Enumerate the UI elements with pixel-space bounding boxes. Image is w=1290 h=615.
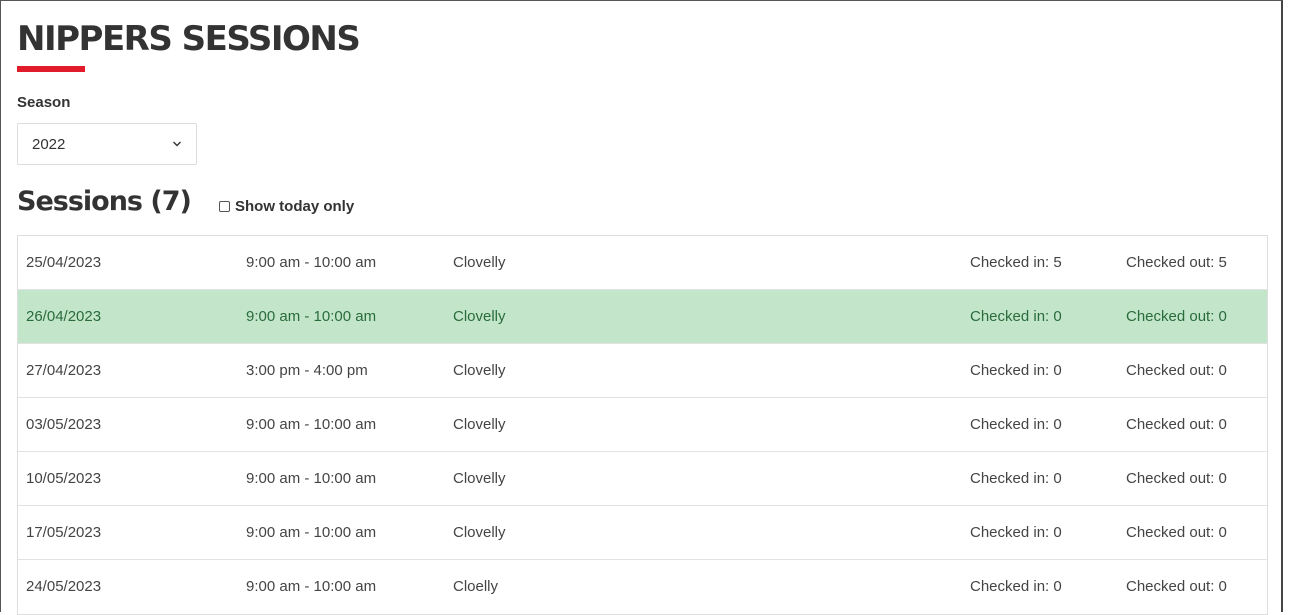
session-checked-out: Checked out: 0 xyxy=(1126,362,1227,379)
session-checked-in: Checked in: 0 xyxy=(970,362,1062,379)
session-row[interactable]: 24/05/2023 9:00 am - 10:00 am Cloelly Check… xyxy=(18,560,1267,614)
season-select-value: 2022 xyxy=(32,135,66,153)
session-date: 27/04/2023 xyxy=(26,362,102,379)
session-row[interactable]: 27/04/2023 3:00 pm - 4:00 pm Clovelly Check… xyxy=(18,344,1267,398)
session-location: Clovelly xyxy=(453,416,506,433)
session-checked-out: Checked out: 0 xyxy=(1126,524,1227,541)
session-location: Clovelly xyxy=(453,524,506,541)
session-time: 9:00 am - 10:00 am xyxy=(246,254,377,271)
chevron-down-icon xyxy=(173,141,181,147)
session-date: 25/04/2023 xyxy=(26,254,102,271)
session-date: 03/05/2023 xyxy=(26,416,102,433)
session-time: 9:00 am - 10:00 am xyxy=(246,308,377,325)
session-location: Clovelly xyxy=(453,308,506,325)
session-time: 3:00 pm - 4:00 pm xyxy=(246,362,368,379)
sessions-table: 25/04/2023 9:00 am - 10:00 am Clovelly Chec… xyxy=(17,235,1268,615)
page-title: NIPPERS SESSIONS xyxy=(17,19,361,59)
session-checked-out: Checked out: 0 xyxy=(1126,470,1227,487)
session-time: 9:00 am - 10:00 am xyxy=(246,578,377,595)
title-underline xyxy=(17,66,85,72)
show-today-checkbox[interactable] xyxy=(219,201,230,212)
session-row[interactable]: 10/05/2023 9:00 am - 10:00 am Clovelly Chec… xyxy=(18,452,1267,506)
session-row[interactable]: 17/05/2023 9:00 am - 10:00 am Clovelly Chec… xyxy=(18,506,1267,560)
season-select[interactable]: 2022 xyxy=(17,123,197,165)
session-row[interactable]: 03/05/2023 9:00 am - 10:00 am Clovelly Chec… xyxy=(18,398,1267,452)
session-checked-in: Checked in: 0 xyxy=(970,416,1062,433)
session-checked-in: Checked in: 0 xyxy=(970,578,1062,595)
session-checked-out: Checked out: 0 xyxy=(1126,578,1227,595)
session-date: 26/04/2023 xyxy=(26,308,102,325)
session-location: Cloelly xyxy=(453,578,499,595)
session-checked-out: Checked out: 0 xyxy=(1126,308,1227,325)
session-checked-out: Checked out: 5 xyxy=(1126,254,1227,271)
session-row[interactable]: 25/04/2023 9:00 am - 10:00 am Clovelly Chec… xyxy=(18,236,1267,290)
session-checked-in: Checked in: 0 xyxy=(970,308,1062,325)
session-time: 9:00 am - 10:00 am xyxy=(246,416,377,433)
sessions-heading: Sessions (7) xyxy=(17,186,192,217)
session-date: 17/05/2023 xyxy=(26,524,102,541)
session-time: 9:00 am - 10:00 am xyxy=(246,524,377,541)
session-row[interactable]: 26/04/2023 9:00 am - 10:00 am Clovelly Chec… xyxy=(18,290,1267,344)
session-location: Clovelly xyxy=(453,470,506,487)
show-today-label: Show today only xyxy=(235,198,355,215)
session-date: 10/05/2023 xyxy=(26,470,102,487)
session-checked-out: Checked out: 0 xyxy=(1126,416,1227,433)
session-checked-in: Checked in: 0 xyxy=(970,470,1062,487)
show-today-toggle[interactable]: Show today only xyxy=(219,198,354,215)
session-date: 24/05/2023 xyxy=(26,578,102,595)
session-checked-in: Checked in: 5 xyxy=(970,254,1062,271)
session-location: Clovelly xyxy=(453,254,506,271)
session-time: 9:00 am - 10:00 am xyxy=(246,470,377,487)
session-checked-in: Checked in: 0 xyxy=(970,524,1062,541)
page-frame: NIPPERS SESSIONS Season 2022 Sessions (7… xyxy=(0,0,1283,615)
session-location: Clovelly xyxy=(453,362,506,379)
season-label: Season xyxy=(17,94,71,111)
